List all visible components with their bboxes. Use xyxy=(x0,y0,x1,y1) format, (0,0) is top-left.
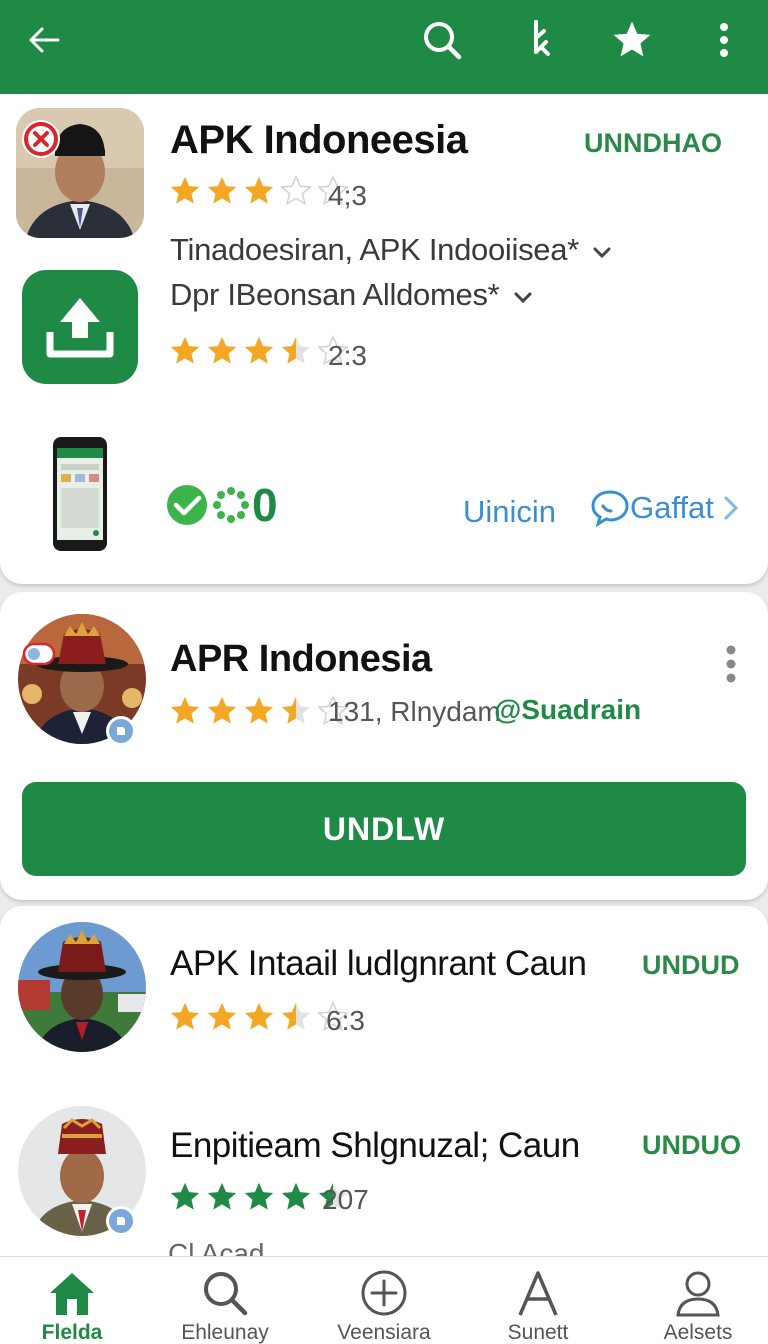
verified-badge-icon xyxy=(106,1206,136,1236)
star-rating xyxy=(168,174,350,208)
loading-spinner-icon xyxy=(212,486,250,524)
download-link[interactable]: UNDUD xyxy=(642,950,740,981)
nav-label: Veensiara xyxy=(337,1321,431,1344)
star-icon xyxy=(281,1002,311,1030)
list-item-title[interactable]: Enpitieam Shlgnuzal; Caun xyxy=(170,1126,580,1166)
star-rating xyxy=(168,1000,350,1034)
dropdown-row-label: Tinadoesiran, APK Indooiisea* xyxy=(170,232,579,267)
chevron-right-icon xyxy=(724,496,738,520)
back-arrow-icon[interactable] xyxy=(18,14,70,66)
star-icon xyxy=(207,1002,237,1030)
app-bar xyxy=(0,0,768,94)
app-title[interactable]: APK Indoneesia xyxy=(170,118,468,163)
star-icon xyxy=(170,696,200,724)
star-rating xyxy=(168,334,350,368)
rating-value: 207 xyxy=(322,1184,369,1215)
nav-item-a[interactable]: Sunett xyxy=(473,1257,603,1344)
home-icon xyxy=(50,1273,94,1315)
star-icon xyxy=(207,1182,237,1210)
star-icon xyxy=(244,696,274,724)
download-button[interactable]: UNDLW xyxy=(22,782,746,876)
star-rating xyxy=(168,694,350,728)
more-vert-icon[interactable] xyxy=(716,640,746,690)
search-icon xyxy=(204,1272,248,1316)
app-avatar[interactable] xyxy=(18,922,146,1052)
verified-check-icon xyxy=(166,484,210,526)
info-link[interactable]: Uinicin xyxy=(463,494,556,530)
download-link[interactable]: UNDUO xyxy=(642,1130,741,1161)
letter-a-icon xyxy=(518,1271,558,1316)
star-icon xyxy=(207,336,237,364)
toggle-badge-icon xyxy=(22,640,56,668)
rating-value: 2:3 xyxy=(328,340,367,371)
star-icon xyxy=(207,696,237,724)
chat-link[interactable]: Gaffat xyxy=(590,488,742,528)
developer-tag[interactable]: @Suadrain xyxy=(494,694,641,726)
nav-label: Sunett xyxy=(507,1321,569,1344)
star-icon xyxy=(281,336,311,364)
nav-item-home[interactable]: Flelda xyxy=(7,1257,137,1344)
phone-screenshot-icon[interactable] xyxy=(52,436,108,552)
star-icon xyxy=(244,1002,274,1030)
star-icon xyxy=(170,336,200,364)
star-icon xyxy=(244,176,274,204)
star-icon xyxy=(281,696,311,724)
chat-link-label: Gaffat xyxy=(630,490,714,525)
star-icon xyxy=(170,1002,200,1030)
star-icon xyxy=(244,336,274,364)
nav-label: Aelsets xyxy=(663,1321,733,1344)
star-icon xyxy=(170,1182,200,1210)
remove-badge-icon[interactable] xyxy=(22,120,60,158)
verified-badge-icon xyxy=(106,716,136,746)
dropdown-row-label: Dpr IBeonsan Alldomes* xyxy=(170,277,500,312)
star-icon xyxy=(170,176,200,204)
chevron-down-icon xyxy=(514,292,532,303)
star-icon xyxy=(280,175,312,206)
rating-value: 4;3 xyxy=(328,180,367,211)
partial-text: Cl Acad xyxy=(168,1238,265,1256)
upload-app-icon[interactable] xyxy=(22,270,138,384)
chevron-down-icon xyxy=(593,247,611,258)
star-icon xyxy=(281,1182,311,1210)
list-item-title[interactable]: APK Intaail ludlgnrant Caun xyxy=(170,944,587,984)
dropdown-row[interactable]: Tinadoesiran, APK Indooiisea* xyxy=(170,232,613,268)
app-title[interactable]: APR Indonesia xyxy=(170,638,432,681)
nav-label: Flelda xyxy=(41,1321,103,1344)
review-meta: 131, Rlnydam xyxy=(328,696,501,727)
partial-text-label: Cl Acad xyxy=(168,1238,265,1256)
person-icon xyxy=(676,1271,720,1317)
bottom-navigation: Flelda Ehleunay Veensiara Sunett Aelsets xyxy=(0,1256,768,1344)
download-link[interactable]: UNNDHAO xyxy=(584,128,722,159)
add-circle-icon xyxy=(361,1270,407,1316)
search-icon[interactable] xyxy=(416,14,468,66)
nav-label: Ehleunay xyxy=(181,1321,269,1344)
dropdown-row[interactable]: Dpr IBeonsan Alldomes* xyxy=(170,277,534,313)
star-icon[interactable] xyxy=(606,14,658,66)
rating-value: 6:3 xyxy=(326,1005,365,1036)
share-icon[interactable] xyxy=(514,14,566,66)
chat-bubble-icon xyxy=(591,490,629,528)
star-icon xyxy=(207,176,237,204)
nav-item-profile[interactable]: Aelsets xyxy=(633,1257,763,1344)
star-icon xyxy=(244,1182,274,1210)
more-vert-icon[interactable] xyxy=(698,14,750,66)
nav-item-search[interactable]: Ehleunay xyxy=(160,1257,290,1344)
nav-item-add[interactable]: Veensiara xyxy=(319,1257,449,1344)
install-count: 0 xyxy=(252,479,278,531)
